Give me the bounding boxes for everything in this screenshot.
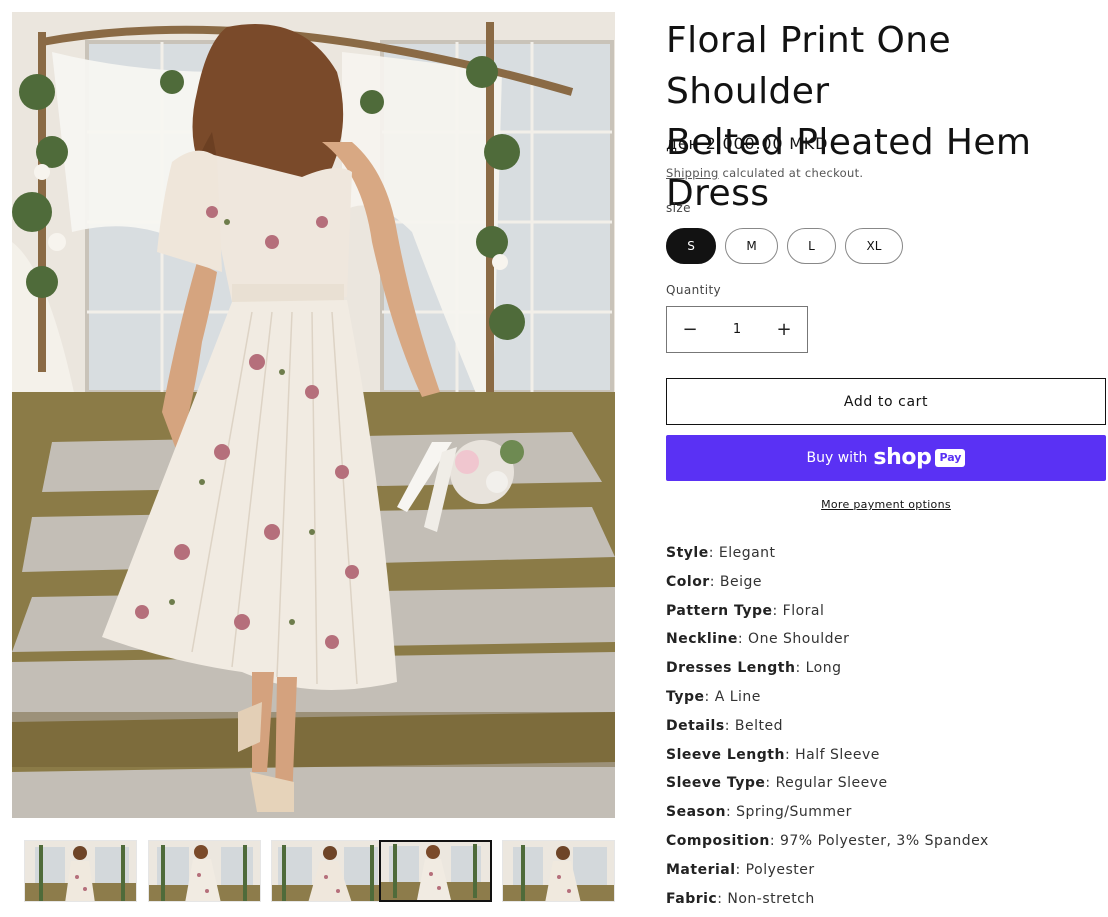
quantity-increase-button[interactable]: +: [761, 307, 807, 352]
spec-row-sleeve-type: Sleeve Type: Regular Sleeve: [666, 773, 1108, 802]
quantity-stepper: − +: [666, 306, 808, 353]
spec-row-composition: Composition: 97% Polyester, 3% Spandex: [666, 831, 1108, 860]
shipping-link[interactable]: Shipping: [666, 166, 719, 180]
thumbnail-3[interactable]: [271, 840, 384, 902]
pay-badge-icon: Pay: [935, 449, 966, 467]
spec-key: Dresses Length: [666, 660, 796, 677]
spec-key: Sleeve Length: [666, 746, 785, 763]
spec-value: : Beige: [709, 573, 762, 590]
size-selector: S M L XL: [666, 228, 926, 264]
spec-key: Color: [666, 573, 710, 590]
product-title-line-1: Floral Print One Shoulder: [666, 20, 951, 112]
spec-key: Composition: [666, 832, 770, 849]
shipping-note: Shipping calculated at checkout.: [666, 166, 863, 180]
product-info: Floral Print One Shoulder Belted Pleated…: [666, 0, 1108, 907]
spec-key: Type: [666, 688, 705, 705]
spec-row-style: Style: Elegant: [666, 543, 1108, 572]
spec-row-season: Season: Spring/Summer: [666, 802, 1108, 831]
thumbnail-5[interactable]: [502, 840, 615, 902]
spec-value: : One Shoulder: [737, 631, 850, 648]
spec-row-type: Type: A Line: [666, 687, 1108, 716]
main-product-image[interactable]: [12, 12, 615, 818]
spec-key: Details: [666, 717, 725, 734]
size-option-xl[interactable]: XL: [845, 228, 903, 264]
thumbnail-1[interactable]: [24, 840, 137, 902]
product-title: Floral Print One Shoulder Belted Pleated…: [666, 15, 1108, 219]
size-option-m[interactable]: M: [725, 228, 778, 264]
add-to-cart-button[interactable]: Add to cart: [666, 378, 1106, 425]
thumbnail-2[interactable]: [148, 840, 261, 902]
size-option-s[interactable]: S: [666, 228, 716, 264]
spec-value: : Regular Sleeve: [765, 775, 888, 792]
spec-value: : Floral: [772, 602, 825, 619]
size-option-l[interactable]: L: [787, 228, 836, 264]
spec-row-neckline: Neckline: One Shoulder: [666, 629, 1108, 658]
spec-key: Pattern Type: [666, 602, 773, 619]
product-price: ден 2,000.00 MKD: [666, 134, 829, 153]
spec-key: Sleeve Type: [666, 775, 766, 792]
spec-value: : Half Sleeve: [784, 746, 880, 763]
buy-with-label: Buy with: [806, 450, 868, 466]
spec-value: : Non-stretch: [717, 890, 815, 907]
spec-value: : Long: [795, 660, 842, 677]
buy-with-shop-pay-button[interactable]: Buy with shop Pay: [666, 435, 1106, 481]
spec-value: : Belted: [724, 717, 783, 734]
more-payment-options-link[interactable]: More payment options: [666, 498, 1106, 511]
spec-key: Fabric: [666, 890, 718, 907]
spec-value: : Spring/Summer: [725, 804, 852, 821]
spec-key: Style: [666, 545, 709, 561]
product-specifications: Style: Elegant Color: Beige Pattern Type…: [666, 543, 1108, 917]
spec-key: Material: [666, 861, 736, 878]
spec-row-color: Color: Beige: [666, 572, 1108, 601]
spec-value: : A Line: [704, 688, 761, 705]
spec-key: Season: [666, 804, 726, 821]
spec-key: Neckline: [666, 631, 738, 648]
thumbnail-strip: [12, 839, 615, 904]
spec-row-fabric: Fabric: Non-stretch: [666, 889, 1108, 917]
size-label: size: [666, 201, 691, 215]
quantity-input[interactable]: [713, 322, 761, 337]
shipping-note-text: calculated at checkout.: [718, 166, 864, 180]
spec-row-dresses-length: Dresses Length: Long: [666, 658, 1108, 687]
spec-row-pattern-type: Pattern Type: Floral: [666, 601, 1108, 630]
spec-value: : Elegant: [708, 545, 776, 561]
spec-value: : 97% Polyester, 3% Spandex: [769, 832, 989, 849]
shop-logo-icon: shop: [873, 445, 932, 470]
spec-row-sleeve-length: Sleeve Length: Half Sleeve: [666, 745, 1108, 774]
thumbnail-4-selected[interactable]: [379, 840, 492, 902]
spec-value: : Polyester: [735, 861, 815, 878]
spec-row-details: Details: Belted: [666, 716, 1108, 745]
quantity-label: Quantity: [666, 283, 722, 297]
quantity-decrease-button[interactable]: −: [667, 307, 713, 352]
spec-row-material: Material: Polyester: [666, 860, 1108, 889]
